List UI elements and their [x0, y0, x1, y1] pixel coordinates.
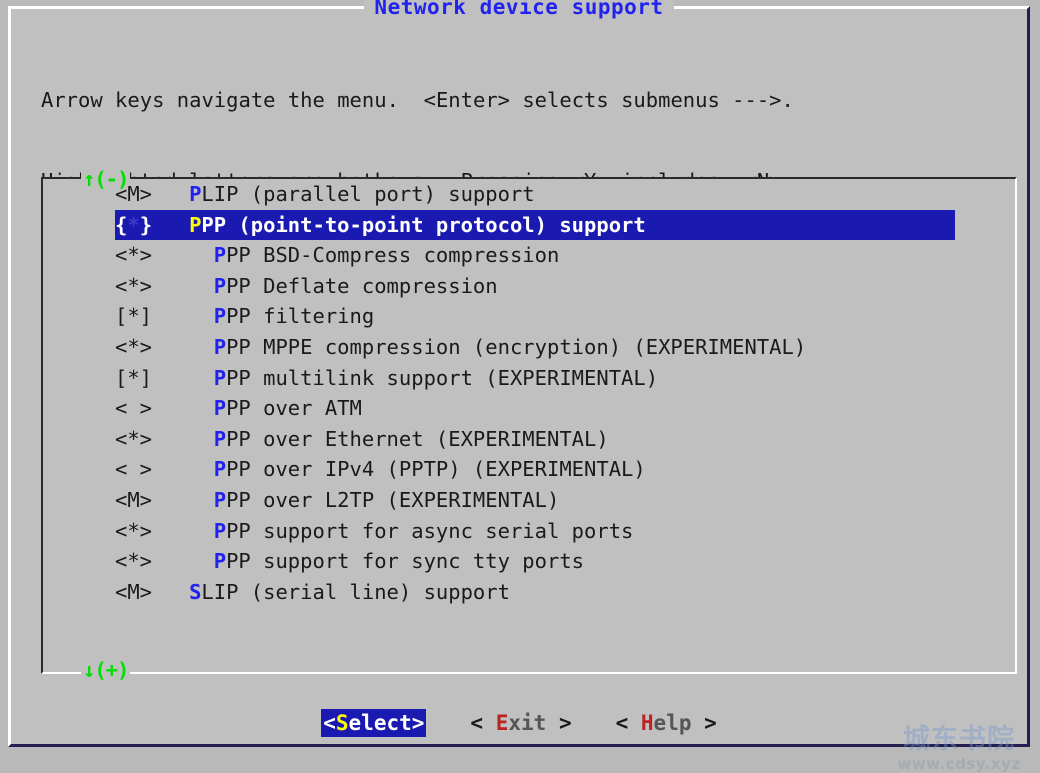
menu-item-state: < >: [115, 457, 152, 481]
menu-item-label: PP Deflate compression: [226, 274, 498, 298]
menu-item-state: [*]: [115, 304, 152, 328]
button-label: elp: [654, 711, 692, 735]
menu-item-state: <*>: [115, 427, 152, 451]
menu-item[interactable]: [*] PPP filtering: [43, 301, 1013, 332]
menu-item-hotkey: P: [214, 396, 226, 420]
menu-item-indent: [152, 488, 214, 512]
menu-item[interactable]: < > PPP over IPv4 (PPTP) (EXPERIMENTAL): [43, 454, 1013, 485]
menu-item-hotkey: P: [214, 366, 226, 390]
menu-item-indent: [152, 580, 189, 604]
menu-item-label: PP BSD-Compress compression: [226, 243, 559, 267]
menu-item[interactable]: <M> PPP over L2TP (EXPERIMENTAL): [43, 485, 1013, 516]
menu-item[interactable]: <*> PPP support for sync tty ports: [43, 546, 1013, 577]
menu-item-hotkey: S: [189, 580, 201, 604]
menu-item-label: PP (point-to-point protocol) support: [201, 213, 645, 237]
menu-item-state: <M>: [115, 488, 152, 512]
menu-item-label: LIP (parallel port) support: [201, 182, 534, 206]
menu-item-state: <*>: [115, 335, 152, 359]
menu-item-hotkey: P: [214, 335, 226, 359]
button-bracket-left: <: [323, 711, 336, 735]
menu-item[interactable]: <*> PPP over Ethernet (EXPERIMENTAL): [43, 424, 1013, 455]
menu-item-state: <*>: [115, 243, 152, 267]
menu-item-indent: [152, 457, 214, 481]
menu-item-label: PP support for async serial ports: [226, 519, 633, 543]
button-label: xit: [508, 711, 546, 735]
menu-item[interactable]: [*] PPP multilink support (EXPERIMENTAL): [43, 363, 1013, 394]
button-label: elect: [349, 711, 412, 735]
button-hotkey: H: [641, 711, 654, 735]
menu-item-label: PP over ATM: [226, 396, 362, 420]
button-bracket-left: <: [470, 711, 495, 735]
menu-item-hotkey: P: [214, 549, 226, 573]
menu-item-label: PP support for sync tty ports: [226, 549, 584, 573]
menu-item-indent: [152, 427, 214, 451]
menu-item-indent: [152, 243, 214, 267]
menu-item-label: PP filtering: [226, 304, 374, 328]
menu-item[interactable]: <*> PPP Deflate compression: [43, 271, 1013, 302]
menu-item-hotkey: P: [189, 213, 201, 237]
select-button[interactable]: <Select>: [321, 709, 426, 737]
menu-item-indent: [152, 304, 214, 328]
exit-button[interactable]: < Exit >: [470, 709, 571, 737]
menu-item-indent: [152, 396, 214, 420]
menu-item-hotkey: P: [214, 243, 226, 267]
watermark-url: www.cdsy.xyz: [884, 755, 1034, 773]
page-title: Network device support: [364, 0, 673, 19]
help-button[interactable]: < Help >: [616, 709, 717, 737]
menu-item-label: PP over Ethernet (EXPERIMENTAL): [226, 427, 609, 451]
menu-item[interactable]: <M> PLIP (parallel port) support: [43, 179, 1013, 210]
menu-item-indent: [152, 549, 214, 573]
button-bracket-right: >: [691, 711, 716, 735]
menu-item[interactable]: <*> PPP support for async serial ports: [43, 516, 1013, 547]
menuconfig-dialog: Network device support Arrow keys naviga…: [8, 6, 1030, 747]
menu-item-label: PP MPPE compression (encryption) (EXPERI…: [226, 335, 806, 359]
menu-item-hotkey: P: [214, 457, 226, 481]
menu-item-hotkey: P: [214, 519, 226, 543]
menu-item-indent: [152, 335, 214, 359]
menu-item-state: {*}: [115, 213, 152, 237]
menu-item[interactable]: {*} PPP (point-to-point protocol) suppor…: [115, 210, 955, 241]
menu-item-hotkey: P: [189, 182, 201, 206]
menu-item-hotkey: P: [214, 274, 226, 298]
menu-item[interactable]: <M> SLIP (serial line) support: [43, 577, 1013, 608]
menu-item[interactable]: <*> PPP BSD-Compress compression: [43, 240, 1013, 271]
menu-item-state: <*>: [115, 274, 152, 298]
button-hotkey: E: [496, 711, 509, 735]
menu-item-label: PP multilink support (EXPERIMENTAL): [226, 366, 658, 390]
menu-item-label: PP over L2TP (EXPERIMENTAL): [226, 488, 559, 512]
menu-item[interactable]: < > PPP over ATM: [43, 393, 1013, 424]
menu-item-indent: [152, 182, 189, 206]
menu-item-indent: [152, 213, 189, 237]
button-bracket-right: >: [412, 711, 425, 735]
menu-item-label: PP over IPv4 (PPTP) (EXPERIMENTAL): [226, 457, 646, 481]
menu-item-list[interactable]: <M> PLIP (parallel port) support{*} PPP …: [43, 179, 1013, 607]
menu-item-state: < >: [115, 396, 152, 420]
button-hotkey: S: [336, 711, 349, 735]
menu-item[interactable]: <*> PPP MPPE compression (encryption) (E…: [43, 332, 1013, 363]
terminal-screen: Network device support Arrow keys naviga…: [0, 0, 1040, 773]
button-bracket-left: <: [616, 711, 641, 735]
button-bracket-right: >: [546, 711, 571, 735]
menu-item-state: <*>: [115, 549, 152, 573]
menu-item-indent: [152, 366, 214, 390]
menu-item-label: LIP (serial line) support: [201, 580, 510, 604]
menu-item-hotkey: P: [214, 427, 226, 451]
menu-item-indent: [152, 519, 214, 543]
menu-item-state: <M>: [115, 182, 152, 206]
help-line-1: Arrow keys navigate the menu. <Enter> se…: [41, 87, 1016, 114]
menu-item-hotkey: P: [214, 304, 226, 328]
menu-item-state: <*>: [115, 519, 152, 543]
dialog-button-bar: <Select>< Exit >< Help >: [11, 709, 1027, 737]
scroll-down-indicator[interactable]: ↓(+): [81, 661, 130, 679]
menu-item-state: <M>: [115, 580, 152, 604]
menu-item-indent: [152, 274, 214, 298]
dialog-title-bar: Network device support: [11, 0, 1027, 20]
menu-item-state: [*]: [115, 366, 152, 390]
menu-item-hotkey: P: [214, 488, 226, 512]
